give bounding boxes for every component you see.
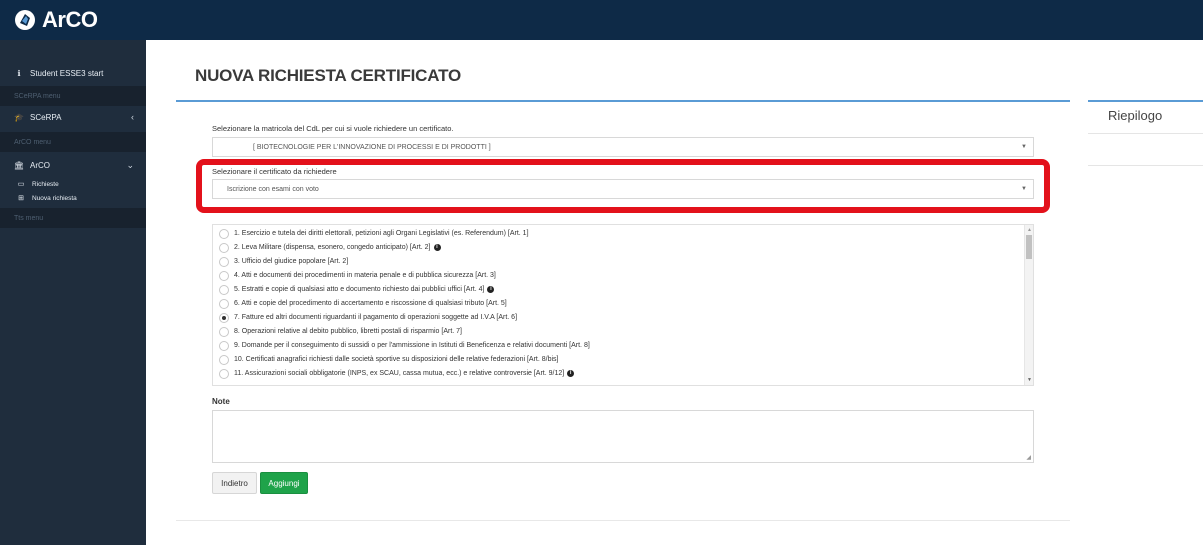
option-label: 10. Certificati anagrafici richiesti dal…: [234, 356, 559, 363]
institution-icon: 🏛: [13, 160, 25, 170]
chevron-down-icon: ⌄: [126, 159, 134, 170]
sidebar-header-scerpa: SCeRPA menu: [0, 86, 146, 106]
radio-button[interactable]: [219, 326, 229, 337]
radio-button[interactable]: [219, 242, 229, 253]
option-row[interactable]: 11. Assicurazioni sociali obbligatorie (…: [213, 367, 575, 380]
radio-button[interactable]: [219, 354, 229, 365]
divider: [176, 520, 1070, 521]
note-label: Note: [212, 397, 230, 406]
chevron-left-icon: ‹: [131, 112, 134, 122]
sidebar-subitem-label: Richieste: [32, 180, 59, 188]
add-button[interactable]: Aggiungi: [260, 472, 308, 494]
radio-button[interactable]: [219, 284, 229, 295]
matricola-label: Selezionare la matricola del CdL per cui…: [212, 124, 454, 133]
app-name: ArCO: [42, 7, 98, 32]
sidebar-item-label: SCeRPA: [30, 112, 62, 122]
option-label: 11. Assicurazioni sociali obbligatorie (…: [234, 370, 565, 377]
radio-button[interactable]: [219, 270, 229, 281]
note-textarea[interactable]: ◢: [212, 410, 1034, 463]
option-label: 4. Atti e documenti dei procedimenti in …: [234, 272, 496, 279]
option-label: 5. Estratti e copie di qualsiasi atto e …: [234, 286, 485, 293]
radio-button[interactable]: [219, 312, 229, 323]
sidebar-item-label: Student ESSE3 start: [30, 68, 104, 78]
info-icon[interactable]: i: [567, 370, 575, 377]
sidebar-header-arco: ArCO menu: [0, 132, 146, 152]
summary-title: Riepilogo: [1108, 108, 1163, 123]
dropdown-arrow-icon: ▼: [1021, 144, 1027, 150]
option-row[interactable]: 10. Certificati anagrafici richiesti dal…: [213, 353, 559, 366]
info-icon[interactable]: i: [433, 244, 441, 251]
option-row[interactable]: 1. Esercizio e tutela dei diritti eletto…: [213, 227, 529, 240]
highlight-annotation: [196, 159, 1050, 213]
option-label: 3. Ufficio del giudice popolare [Art. 2]: [234, 258, 349, 265]
sidebar: ℹ Student ESSE3 start SCeRPA menu 🎓 SCeR…: [0, 40, 146, 545]
sidebar-item-label: ArCO: [30, 160, 50, 170]
option-label: 7. Fatture ed altri documenti riguardant…: [234, 314, 518, 321]
sidebar-subitem-richieste[interactable]: ▭ Richieste: [0, 178, 146, 190]
inbox-icon: ▭: [17, 181, 25, 188]
option-row[interactable]: 2. Leva Militare (dispensa, esonero, con…: [213, 241, 441, 254]
option-label: 8. Operazioni relative al debito pubblic…: [234, 328, 462, 335]
resize-handle-icon[interactable]: ◢: [1026, 454, 1031, 461]
sidebar-header-tts: Tts menu: [0, 208, 146, 228]
option-row[interactable]: 9. Domande per il conseguimento di sussi…: [213, 339, 590, 352]
sidebar-item-student[interactable]: ℹ Student ESSE3 start: [0, 64, 146, 82]
option-label: 1. Esercizio e tutela dei diritti eletto…: [234, 230, 529, 237]
radio-button[interactable]: [219, 340, 229, 351]
option-row[interactable]: 5. Estratti e copie di qualsiasi atto e …: [213, 283, 495, 296]
divider: [176, 100, 1070, 102]
divider: [1088, 100, 1203, 102]
matricola-select-value: [ BIOTECNOLOGIE PER L'INNOVAZIONE DI PRO…: [253, 143, 491, 151]
radio-button[interactable]: [219, 228, 229, 239]
sidebar-subitem-label: Nuova richiesta: [32, 194, 77, 202]
scrollbar[interactable]: ▲ ▼: [1024, 225, 1033, 385]
radio-button[interactable]: [219, 256, 229, 267]
option-row[interactable]: 3. Ufficio del giudice popolare [Art. 2]: [213, 255, 348, 268]
back-button[interactable]: Indietro: [212, 472, 257, 494]
logo-icon: [15, 10, 35, 30]
divider: [1088, 165, 1203, 166]
option-label: 6. Atti e copie del procedimento di acce…: [234, 300, 507, 307]
divider: [1088, 133, 1203, 134]
radio-button[interactable]: [219, 368, 229, 379]
sidebar-item-scerpa[interactable]: 🎓 SCeRPA ‹: [0, 108, 146, 126]
graduation-cap-icon: 🎓: [14, 112, 24, 122]
scroll-up-icon[interactable]: ▲: [1027, 227, 1032, 233]
matricola-select[interactable]: [ BIOTECNOLOGIE PER L'INNOVAZIONE DI PRO…: [212, 137, 1034, 157]
option-row[interactable]: 8. Operazioni relative al debito pubblic…: [213, 325, 462, 338]
option-row[interactable]: 6. Atti e copie del procedimento di acce…: [213, 297, 507, 310]
top-bar: ArCO: [0, 0, 1203, 40]
page-title: NUOVA RICHIESTA CERTIFICATO: [195, 66, 461, 85]
certificate-options-list[interactable]: 1. Esercizio e tutela dei diritti eletto…: [212, 224, 1034, 386]
sidebar-item-arco[interactable]: 🏛 ArCO ⌄: [0, 156, 146, 174]
info-icon[interactable]: i: [487, 286, 495, 293]
option-label: 9. Domande per il conseguimento di sussi…: [234, 342, 590, 349]
scroll-down-icon[interactable]: ▼: [1027, 377, 1032, 383]
scrollbar-thumb[interactable]: [1026, 235, 1032, 259]
plus-square-icon: ⊞: [18, 195, 24, 202]
radio-button[interactable]: [219, 298, 229, 309]
info-icon: ℹ: [17, 68, 21, 78]
sidebar-subitem-nuova-richiesta[interactable]: ⊞ Nuova richiesta: [0, 192, 146, 204]
option-row[interactable]: 7. Fatture ed altri documenti riguardant…: [213, 311, 517, 324]
app-logo[interactable]: ArCO: [14, 6, 98, 34]
option-row[interactable]: 4. Atti e documenti dei procedimenti in …: [213, 269, 496, 282]
option-label: 2. Leva Militare (dispensa, esonero, con…: [234, 244, 431, 251]
